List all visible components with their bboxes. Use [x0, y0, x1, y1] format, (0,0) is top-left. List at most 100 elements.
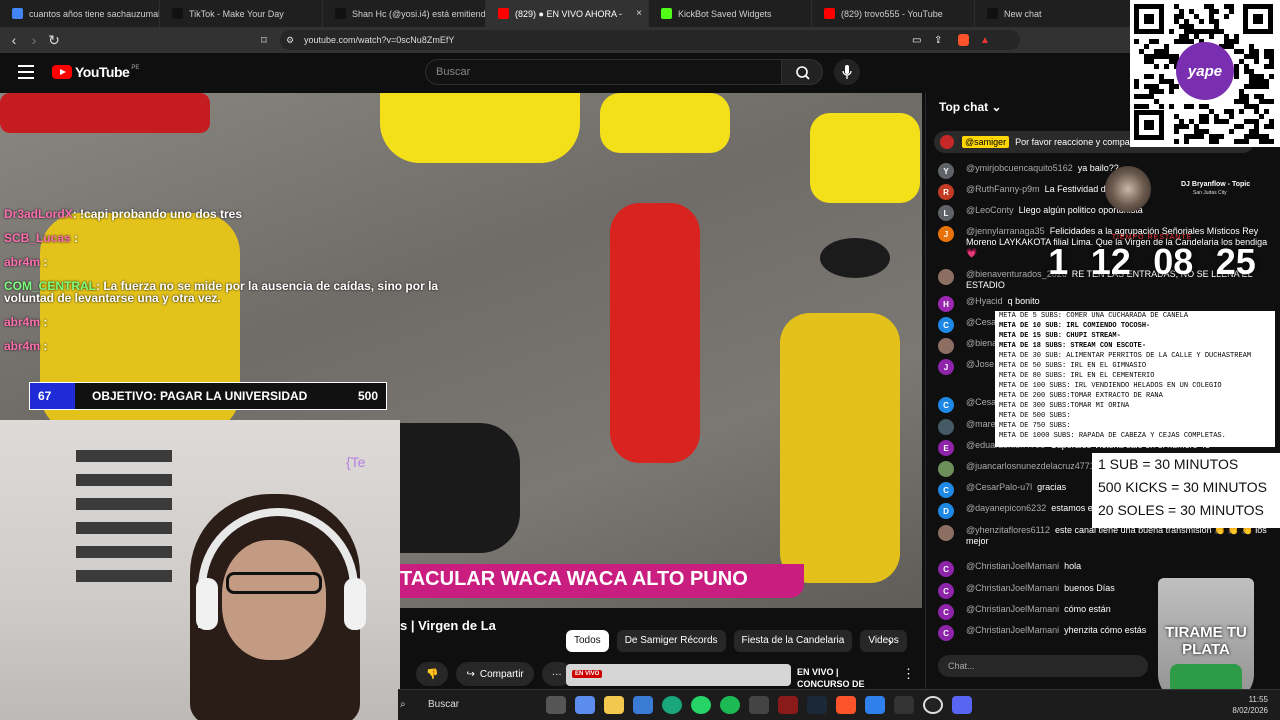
- browser-tab[interactable]: cuantos años tiene sachauzumaki -: [0, 0, 160, 27]
- chat-message-body: @RuthFanny-p9m La Festividad de: [966, 184, 1111, 200]
- chat-username: @biena: [966, 338, 998, 348]
- browser-tab[interactable]: New chat: [975, 0, 1132, 27]
- screen-cast-icon[interactable]: ▭: [912, 35, 921, 46]
- tab-favicon-icon: [172, 8, 183, 19]
- chat-username: @CesarPalo-u7l: [966, 482, 1033, 492]
- avatar: C: [938, 397, 954, 413]
- taskbar-apps: [546, 696, 972, 714]
- qr-module: [1239, 124, 1244, 129]
- youtube-logo[interactable]: YouTube PE: [52, 64, 139, 80]
- discord-icon[interactable]: [952, 696, 972, 714]
- chat-username: @LeoConty: [966, 205, 1014, 215]
- share-button[interactable]: ↪ Compartir: [456, 662, 534, 686]
- browser-tab[interactable]: TikTok - Make Your Day: [160, 0, 323, 27]
- recommended-thumbnail[interactable]: EN VIVO: [566, 664, 791, 686]
- filter-chip[interactable]: De Samiger Récords: [616, 630, 726, 652]
- whatsapp-icon[interactable]: [691, 696, 711, 714]
- qr-module: [1189, 104, 1194, 109]
- qr-module: [1169, 104, 1174, 109]
- avatar: [938, 419, 954, 435]
- share-page-icon[interactable]: ⇪: [934, 35, 942, 46]
- voice-search-button[interactable]: [834, 59, 860, 85]
- chat-username: @dayanepicon6232: [966, 503, 1047, 513]
- obs-icon[interactable]: [923, 696, 943, 714]
- headset-ear: [196, 578, 218, 630]
- site-info-icon[interactable]: ⚙: [286, 35, 294, 46]
- subathon-rates: 1 SUB = 30 MINUTOS 500 KICKS = 30 MINUTOS…: [1092, 453, 1280, 528]
- rate-item: 500 KICKS = 30 MINUTOS: [1098, 479, 1267, 495]
- timer-digit: 25: [1215, 241, 1256, 282]
- dislike-button[interactable]: 👎: [416, 662, 449, 686]
- clock-date: 8/02/2026: [1232, 706, 1268, 715]
- browser-tab[interactable]: (829) ● EN VIVO AHORA - ×: [486, 0, 649, 27]
- steam-icon[interactable]: [807, 696, 827, 714]
- search-button[interactable]: [781, 59, 823, 85]
- chat-message: H @Hyacid q bonito: [938, 296, 1268, 312]
- address-bar: ‹ › ↻ ⌑ ⚙ youtube.com/watch?v=0scNu8ZmEf…: [0, 27, 1280, 53]
- taskbar-search[interactable]: ⌕ Buscar: [398, 694, 528, 716]
- chat-input[interactable]: Chat...: [938, 655, 1148, 677]
- blind-stripe: [76, 570, 172, 582]
- browser-tab[interactable]: KickBot Saved Widgets: [649, 0, 812, 27]
- qr-module: [1144, 44, 1149, 49]
- store-icon[interactable]: [633, 696, 653, 714]
- system-clock[interactable]: 11:55 8/02/2026: [1232, 694, 1268, 716]
- qr-module: [1224, 14, 1229, 19]
- brave-icon[interactable]: [836, 696, 856, 714]
- browser-tab[interactable]: Shan Hc (@yosi.i4) está emitiendo L: [323, 0, 486, 27]
- chevron-right-icon[interactable]: ›: [888, 634, 892, 649]
- overlay-chat-text: :: [70, 231, 79, 245]
- task-view-icon[interactable]: [546, 696, 566, 714]
- tab-favicon-icon: [987, 8, 998, 19]
- sub-goal-item: META DE 1000 SUBS: RAPADA DE CABEZA Y CE…: [999, 432, 1226, 440]
- filter-chip[interactable]: Todos: [566, 630, 609, 652]
- chat-username: @Hyacid: [966, 296, 1003, 306]
- qr-module: [1184, 124, 1189, 129]
- file-explorer-icon[interactable]: [604, 696, 624, 714]
- overlay-chat-user: abr4m: [4, 315, 41, 329]
- search-input[interactable]: Buscar: [425, 59, 782, 85]
- qr-module: [1269, 139, 1274, 144]
- filter-chip[interactable]: Fiesta de la Candelaria: [733, 630, 853, 652]
- qr-module: [1259, 114, 1264, 119]
- url-field[interactable]: ⚙ youtube.com/watch?v=0scNu8ZmEfY: [280, 30, 1020, 50]
- app-icon[interactable]: [778, 696, 798, 714]
- copilot-icon[interactable]: [575, 696, 595, 714]
- brave-shield-icon[interactable]: [958, 34, 969, 46]
- overlay-chat-user: abr4m: [4, 255, 41, 269]
- reload-icon[interactable]: ↻: [44, 32, 64, 49]
- chat-message-body: @yhenzitaflores6112 este canal tiene una …: [966, 525, 1268, 547]
- avatar: C: [938, 604, 954, 620]
- tab-favicon-icon: [661, 8, 672, 19]
- spotify-icon[interactable]: [720, 696, 740, 714]
- chat-text: yhenzita cómo estás: [1064, 625, 1147, 635]
- chat-mode-select[interactable]: Top chat ⌄: [939, 100, 1002, 114]
- app-icon[interactable]: [894, 696, 914, 714]
- bookmark-icon[interactable]: ⌑: [254, 34, 274, 47]
- brave-rewards-icon[interactable]: ▲: [980, 35, 990, 46]
- chat-text: estamos en: [1051, 503, 1098, 513]
- qr-module: [1159, 104, 1164, 109]
- headset-ear: [344, 578, 366, 630]
- avatar: D: [938, 503, 954, 519]
- qr-finder-core: [1144, 120, 1154, 130]
- app-icon[interactable]: [749, 696, 769, 714]
- browser-tab[interactable]: (829) trovo555 - YouTube: [812, 0, 975, 27]
- recommended-title[interactable]: EN VIVO | CONCURSO DE: [797, 666, 865, 690]
- edge-icon[interactable]: [662, 696, 682, 714]
- chat-text: gracias: [1037, 482, 1067, 492]
- back-icon[interactable]: ‹: [4, 32, 24, 48]
- more-options-icon[interactable]: ⋮: [902, 666, 915, 682]
- chat-message: @yhenzitaflores6112 este canal tiene una …: [938, 525, 1268, 547]
- menu-icon[interactable]: [18, 65, 34, 79]
- sub-goal-item: META DE 15 SUB: CHUPI STREAM-: [999, 332, 1121, 340]
- close-tab-icon[interactable]: ×: [636, 8, 642, 19]
- goal-bar: 67 OBJETIVO: PAGAR LA UNIVERSIDAD 500: [29, 382, 387, 410]
- chat-username: @ChristianJoelMamani: [966, 625, 1060, 635]
- forward-icon[interactable]: ›: [24, 32, 44, 48]
- youtube-wordmark: YouTube: [75, 64, 130, 80]
- notes-icon[interactable]: [865, 696, 885, 714]
- filter-chip[interactable]: Videos: [860, 630, 907, 652]
- chat-text: hola: [1064, 561, 1082, 571]
- dj-name: DJ Bryanflow - Topic: [1181, 181, 1251, 188]
